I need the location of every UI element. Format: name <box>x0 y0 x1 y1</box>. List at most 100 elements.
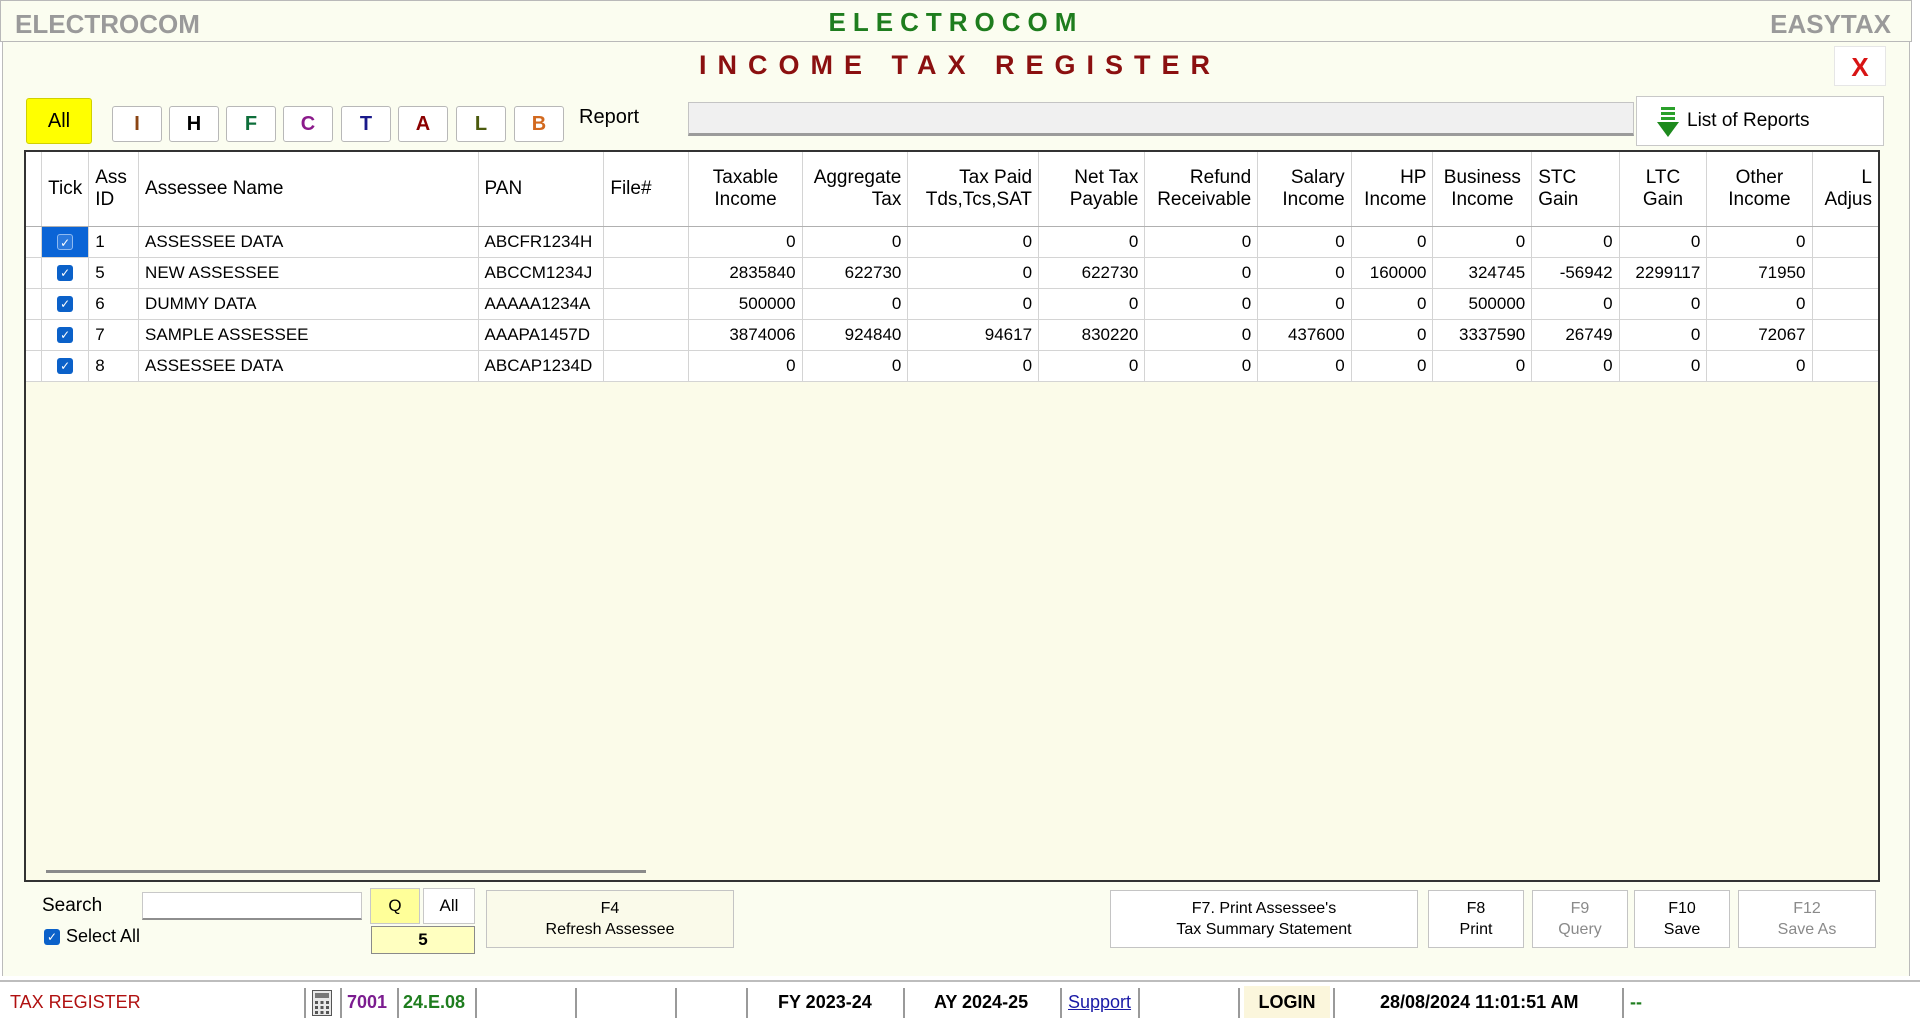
row-tick-checkbox[interactable]: ✓ <box>41 350 90 382</box>
col-aggregate-tax[interactable]: Aggregate Tax <box>802 152 909 227</box>
filter-b-button[interactable]: B <box>514 106 564 142</box>
assessee-table: Tick Ass ID Assessee Name PAN File# Taxab… <box>26 152 1878 382</box>
cell-assessee-name: ASSESSEE DATA <box>138 226 479 258</box>
status-version: 24.E.08 <box>403 992 466 1012</box>
cell-paid: 0 <box>907 350 1040 382</box>
col-ltc-gain[interactable]: LTC Gain <box>1619 152 1708 227</box>
filter-bar: All I H F C T A L B Report List of Repor… <box>26 96 1886 146</box>
cell-stc: 0 <box>1531 288 1620 320</box>
save-button[interactable]: F10 Save <box>1634 890 1730 948</box>
table-row[interactable]: ✓ 6 DUMMY DATA AAAAA1234A 500000 0 0 0 0 0 0 500000… <box>26 288 1878 320</box>
cell-assessee-name: DUMMY DATA <box>138 288 479 320</box>
cell-other: 0 <box>1706 350 1813 382</box>
filter-f-button[interactable]: F <box>226 106 276 142</box>
cell-ass-id: 8 <box>88 350 140 382</box>
row-header[interactable] <box>26 319 43 351</box>
col-tick[interactable]: Tick <box>41 152 90 227</box>
refresh-assessee-button[interactable]: F4 Refresh Assessee <box>486 890 734 948</box>
status-code: 7001 <box>347 992 388 1012</box>
row-header[interactable] <box>26 257 43 289</box>
col-l-adjustment[interactable]: L Adjus <box>1812 152 1878 227</box>
cell-pan: ABCAP1234D <box>478 350 605 382</box>
cell-file <box>603 257 690 289</box>
col-stc-gain[interactable]: STC Gain <box>1531 152 1620 227</box>
calculator-icon[interactable] <box>312 990 332 1016</box>
print-tax-summary-button[interactable]: F7. Print Assessee's Tax Summary Stateme… <box>1110 890 1418 948</box>
cell-ass-id: 5 <box>88 257 140 289</box>
query-search-button[interactable]: Q <box>370 888 420 924</box>
cell-ass-id: 7 <box>88 319 140 351</box>
product-name: EASYTAX <box>1770 9 1891 39</box>
close-button[interactable]: X <box>1834 46 1886 86</box>
col-hp-income[interactable]: HP Income <box>1351 152 1434 227</box>
col-net-tax-payable[interactable]: Net Tax Payable <box>1038 152 1146 227</box>
f10-key-label: F10 <box>1668 900 1696 917</box>
support-link[interactable]: Support <box>1068 992 1131 1013</box>
filter-all-button[interactable]: All <box>26 98 92 144</box>
status-ay: AY 2024-25 <box>934 992 1029 1012</box>
show-all-button[interactable]: All <box>423 888 475 924</box>
row-tick-checkbox[interactable]: ✓ <box>41 257 90 289</box>
title-bar: ELECTROCOM ELECTROCOM EASYTAX <box>0 0 1912 42</box>
col-business-income[interactable]: Business Income <box>1432 152 1533 227</box>
query-button[interactable]: F9 Query <box>1532 890 1628 948</box>
filter-t-button[interactable]: T <box>341 106 391 142</box>
cell-refund: 0 <box>1144 226 1259 258</box>
cell-ass-id: 1 <box>88 226 140 258</box>
col-pan[interactable]: PAN <box>478 152 605 227</box>
filter-c-button[interactable]: C <box>283 106 333 142</box>
col-taxable-income[interactable]: Taxable Income <box>688 152 803 227</box>
cell-salary: 0 <box>1257 288 1352 320</box>
row-tick-checkbox[interactable]: ✓ <box>41 319 90 351</box>
filter-h-button[interactable]: H <box>169 106 219 142</box>
filter-l-button[interactable]: L <box>456 106 506 142</box>
save-as-button[interactable]: F12 Save As <box>1738 890 1876 948</box>
col-other-income[interactable]: Other Income <box>1706 152 1813 227</box>
col-ass-id[interactable]: Ass ID <box>88 152 140 227</box>
cell-assessee-name: NEW ASSESSEE <box>138 257 479 289</box>
cell-aggregate: 622730 <box>802 257 909 289</box>
cell-l-adjustment <box>1812 257 1878 289</box>
col-assessee-name[interactable]: Assessee Name <box>138 152 479 227</box>
cell-hp: 0 <box>1351 350 1434 382</box>
row-tick-checkbox[interactable]: ✓ <box>41 288 90 320</box>
status-separator <box>1622 988 1624 1018</box>
cell-salary: 437600 <box>1257 319 1352 351</box>
filter-i-button[interactable]: I <box>112 106 162 142</box>
status-separator <box>304 988 306 1018</box>
list-of-reports-button[interactable]: List of Reports <box>1636 96 1884 146</box>
table-row[interactable]: ✓ 1 ASSESSEE DATA ABCFR1234H 0 0 0 0 0 0 0 0 0 0 0 <box>26 226 1878 258</box>
select-all-checkbox[interactable]: ✓ Select All <box>44 926 140 947</box>
list-of-reports-label: List of Reports <box>1687 110 1810 131</box>
cell-other: 0 <box>1706 288 1813 320</box>
report-combo[interactable] <box>688 102 1634 136</box>
page-title: INCOME TAX REGISTER <box>698 50 1222 80</box>
cell-hp: 0 <box>1351 288 1434 320</box>
checkbox-checked-icon: ✓ <box>44 929 60 946</box>
cell-hp: 160000 <box>1351 257 1434 289</box>
row-header[interactable] <box>26 288 43 320</box>
cell-assessee-name: SAMPLE ASSESSEE <box>138 319 479 351</box>
row-header[interactable] <box>26 226 43 258</box>
cell-taxable: 2835840 <box>688 257 803 289</box>
table-row[interactable]: ✓ 8 ASSESSEE DATA ABCAP1234D 0 0 0 0 0 0 0 0 0 0 0 <box>26 350 1878 382</box>
table-row[interactable]: ✓ 5 NEW ASSESSEE ABCCM1234J 2835840 622730 0 62… <box>26 257 1878 289</box>
print-button[interactable]: F8 Print <box>1428 890 1524 948</box>
table-row[interactable]: ✓ 7 SAMPLE ASSESSEE AAAPA1457D 3874006 924840… <box>26 319 1878 351</box>
col-file[interactable]: File# <box>603 152 690 227</box>
cell-business: 0 <box>1432 226 1533 258</box>
cell-paid: 0 <box>907 257 1040 289</box>
col-tax-paid[interactable]: Tax Paid Tds,Tcs,SAT <box>907 152 1040 227</box>
cell-l-adjustment <box>1812 319 1878 351</box>
cell-salary: 0 <box>1257 257 1352 289</box>
login-button[interactable]: LOGIN <box>1244 986 1330 1018</box>
filter-a-button[interactable]: A <box>398 106 448 142</box>
col-refund-receivable[interactable]: Refund Receivable <box>1144 152 1259 227</box>
cell-net: 622730 <box>1038 257 1146 289</box>
row-header[interactable] <box>26 350 43 382</box>
row-tick-checkbox[interactable]: ✓ <box>41 226 90 258</box>
horizontal-scrollbar[interactable] <box>46 870 646 873</box>
search-input[interactable] <box>142 892 362 920</box>
col-salary-income[interactable]: Salary Income <box>1257 152 1352 227</box>
assessee-grid[interactable]: Tick Ass ID Assessee Name PAN File# Taxab… <box>24 150 1880 882</box>
